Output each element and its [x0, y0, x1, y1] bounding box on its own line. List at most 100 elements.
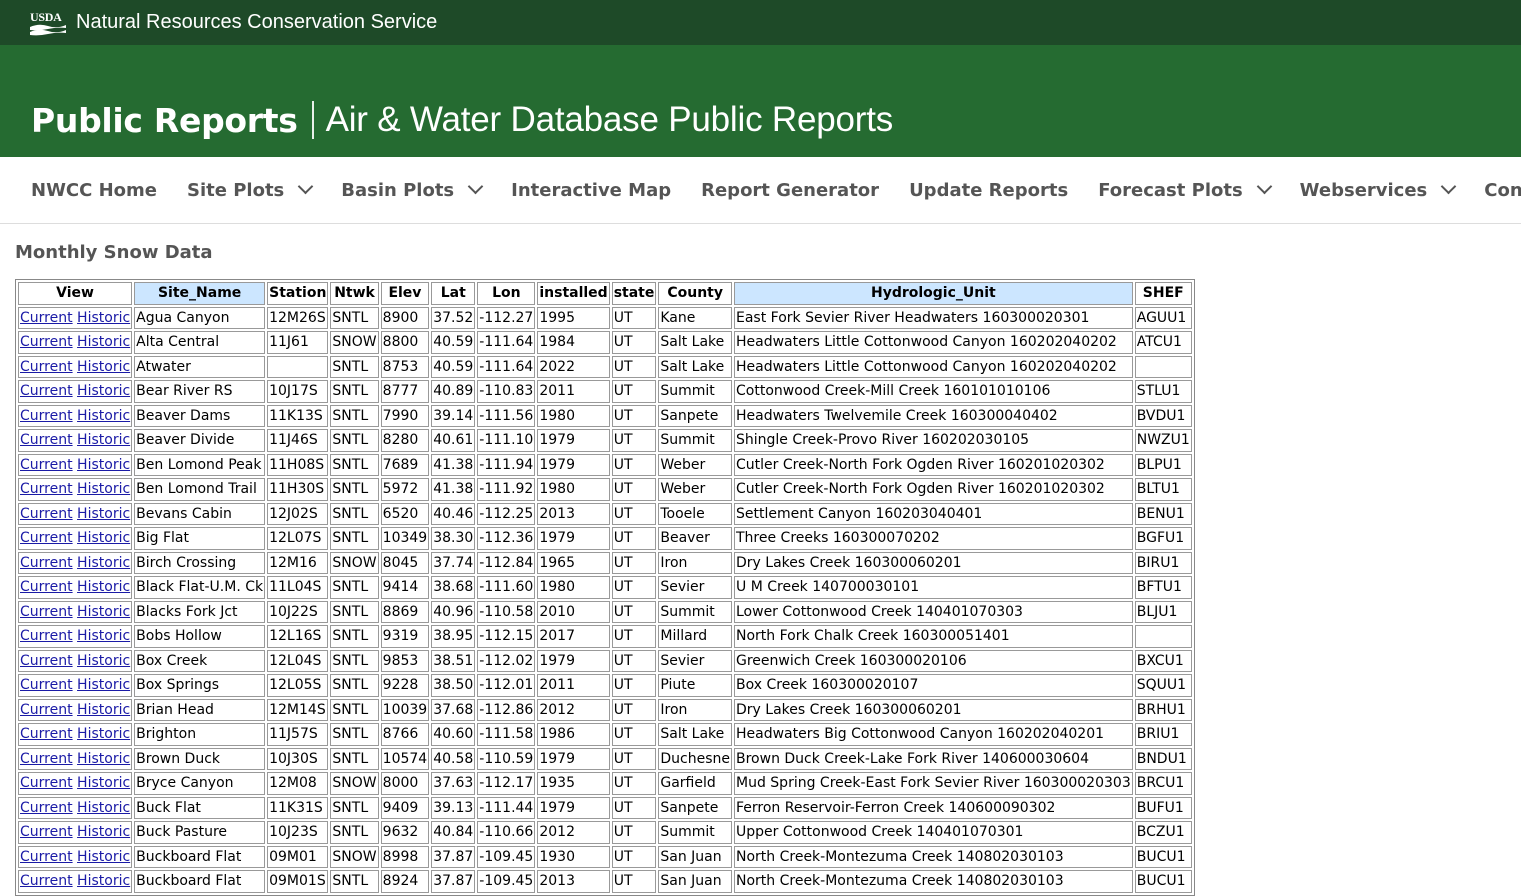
cell-hydrologic-unit: Dry Lakes Creek 160300060201 [734, 551, 1133, 574]
cell-lon: -112.02 [477, 649, 536, 672]
current-link[interactable]: Current [20, 579, 73, 595]
current-link[interactable]: Current [20, 432, 73, 448]
historic-link[interactable]: Historic [77, 310, 130, 326]
cell-hydrologic-unit: Three Creeks 160300070202 [734, 527, 1133, 550]
current-link[interactable]: Current [20, 555, 73, 571]
cell-installed: 2013 [537, 870, 610, 893]
current-link[interactable]: Current [20, 775, 73, 791]
cell-lat: 40.96 [431, 600, 476, 623]
cell-site-name: Bryce Canyon [134, 772, 266, 795]
historic-link[interactable]: Historic [77, 775, 130, 791]
nav-item-webservices[interactable]: Webservices [1300, 178, 1457, 201]
nav-item-interactive-map[interactable]: Interactive Map [511, 180, 671, 201]
historic-link[interactable]: Historic [77, 555, 130, 571]
historic-link[interactable]: Historic [77, 824, 130, 840]
chevron-down-icon[interactable] [1441, 178, 1457, 194]
current-link[interactable]: Current [20, 334, 73, 350]
chevron-down-icon[interactable] [467, 178, 484, 194]
chevron-down-icon[interactable] [1256, 178, 1272, 194]
historic-link[interactable]: Historic [77, 481, 130, 497]
chevron-down-icon[interactable] [297, 178, 314, 194]
usda-logo[interactable]: USDA [30, 9, 68, 37]
cell-installed: 1979 [537, 747, 610, 770]
historic-link[interactable]: Historic [77, 653, 130, 669]
column-header-county[interactable]: County [658, 282, 732, 305]
cell-site-name: Blacks Fork Jct [134, 600, 266, 623]
historic-link[interactable]: Historic [77, 702, 130, 718]
nav-item-contact-us[interactable]: Contact Us [1484, 180, 1521, 201]
historic-link[interactable]: Historic [77, 432, 130, 448]
current-link[interactable]: Current [20, 530, 73, 546]
current-link[interactable]: Current [20, 408, 73, 424]
cell-station: 12M08 [267, 772, 329, 795]
historic-link[interactable]: Historic [77, 751, 130, 767]
column-header-lon[interactable]: Lon [477, 282, 536, 305]
cell-county: Millard [658, 625, 732, 648]
historic-link[interactable]: Historic [77, 726, 130, 742]
current-link[interactable]: Current [20, 702, 73, 718]
current-link[interactable]: Current [20, 457, 73, 473]
column-header-station[interactable]: Station [267, 282, 329, 305]
cell-lon: -111.60 [477, 576, 536, 599]
nav-item-forecast-plots[interactable]: Forecast Plots [1098, 178, 1272, 201]
historic-link[interactable]: Historic [77, 383, 130, 399]
nav-item-basin-plots[interactable]: Basin Plots [341, 178, 484, 201]
cell-county: Sanpete [658, 404, 732, 427]
nav-item-report-generator[interactable]: Report Generator [701, 180, 879, 201]
column-header-site-name[interactable]: Site_Name [134, 282, 266, 305]
cell-county: Sevier [658, 576, 732, 599]
column-header-hydrologic-unit[interactable]: Hydrologic_Unit [734, 282, 1133, 305]
current-link[interactable]: Current [20, 800, 73, 816]
current-link[interactable]: Current [20, 506, 73, 522]
historic-link[interactable]: Historic [77, 359, 130, 375]
cell-state: UT [611, 331, 657, 354]
current-link[interactable]: Current [20, 849, 73, 865]
current-link[interactable]: Current [20, 310, 73, 326]
cell-elev: 10574 [380, 747, 430, 770]
current-link[interactable]: Current [20, 751, 73, 767]
column-header-lat[interactable]: Lat [431, 282, 476, 305]
cell-county: Sevier [658, 649, 732, 672]
current-link[interactable]: Current [20, 628, 73, 644]
historic-link[interactable]: Historic [77, 457, 130, 473]
nav-item-update-reports[interactable]: Update Reports [909, 180, 1068, 201]
current-link[interactable]: Current [20, 873, 73, 889]
historic-link[interactable]: Historic [77, 677, 130, 693]
current-link[interactable]: Current [20, 653, 73, 669]
cell-shef [1134, 355, 1192, 378]
historic-link[interactable]: Historic [77, 530, 130, 546]
column-header-ntwk[interactable]: Ntwk [330, 282, 379, 305]
cell-site-name: Ben Lomond Trail [134, 478, 266, 501]
cell-lon: -111.56 [477, 404, 536, 427]
historic-link[interactable]: Historic [77, 800, 130, 816]
column-header-view[interactable]: View [18, 282, 133, 305]
current-link[interactable]: Current [20, 359, 73, 375]
current-link[interactable]: Current [20, 726, 73, 742]
site-title[interactable]: Public Reports [31, 101, 298, 140]
cell-ntwk: SNTL [330, 527, 379, 550]
current-link[interactable]: Current [20, 677, 73, 693]
historic-link[interactable]: Historic [77, 873, 130, 889]
historic-link[interactable]: Historic [77, 506, 130, 522]
historic-link[interactable]: Historic [77, 849, 130, 865]
column-header-state[interactable]: state [611, 282, 657, 305]
historic-link[interactable]: Historic [77, 334, 130, 350]
historic-link[interactable]: Historic [77, 628, 130, 644]
current-link[interactable]: Current [20, 604, 73, 620]
historic-link[interactable]: Historic [77, 408, 130, 424]
agency-name[interactable]: Natural Resources Conservation Service [76, 11, 437, 34]
current-link[interactable]: Current [20, 824, 73, 840]
nav-item-site-plots[interactable]: Site Plots [187, 178, 314, 201]
current-link[interactable]: Current [20, 383, 73, 399]
cell-shef: BNDU1 [1134, 747, 1192, 770]
column-header-installed[interactable]: installed [537, 282, 610, 305]
column-header-elev[interactable]: Elev [380, 282, 430, 305]
nav-item-nwcc-home[interactable]: NWCC Home [31, 180, 157, 201]
historic-link[interactable]: Historic [77, 604, 130, 620]
historic-link[interactable]: Historic [77, 579, 130, 595]
cell-state: UT [611, 527, 657, 550]
current-link[interactable]: Current [20, 481, 73, 497]
cell-ntwk: SNTL [330, 576, 379, 599]
column-header-shef[interactable]: SHEF [1134, 282, 1192, 305]
cell-state: UT [611, 698, 657, 721]
